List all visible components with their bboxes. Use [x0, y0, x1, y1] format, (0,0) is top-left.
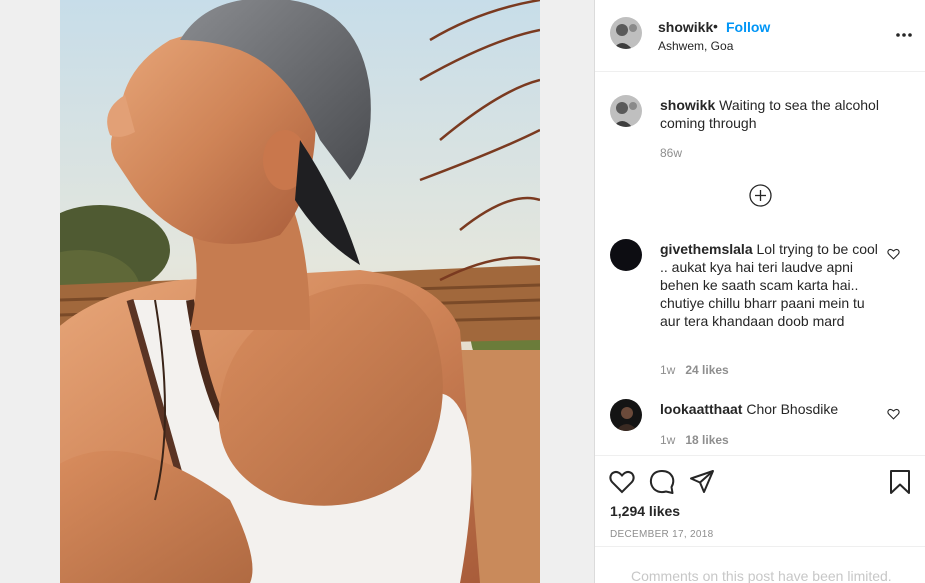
comment-text-block: givethemslala Lol trying to be cool .. a…	[660, 240, 880, 330]
comments-limited-bar: Comments on this post have been limited.	[595, 546, 925, 583]
post-photo[interactable]	[60, 0, 540, 583]
likes-count[interactable]: 1,294 likes	[610, 503, 680, 519]
photo-backdrop-right	[540, 0, 594, 583]
more-options-icon[interactable]	[895, 27, 913, 43]
post-date[interactable]: DECEMBER 17, 2018	[610, 529, 713, 540]
comment-username[interactable]: lookaatthaat	[660, 401, 742, 417]
comment-heart-icon[interactable]	[887, 248, 900, 260]
comment-likes[interactable]: 24 likes	[685, 363, 728, 377]
post-location[interactable]: Ashwem, Goa	[658, 39, 733, 53]
caption-avatar[interactable]	[610, 95, 642, 127]
comment-body: Chor Bhosdike	[746, 401, 839, 417]
comment-username[interactable]: givethemslala	[660, 241, 753, 257]
caption-text-block: showikk Waiting to sea the alcohol comin…	[660, 96, 900, 132]
commenter-avatar[interactable]	[610, 399, 642, 431]
comment-likes[interactable]: 18 likes	[685, 433, 728, 447]
paper-plane-icon[interactable]	[689, 469, 715, 495]
follow-button[interactable]: Follow	[726, 19, 770, 35]
commenter-avatar[interactable]	[610, 239, 642, 271]
post-actions: 1,294 likes DECEMBER 17, 2018 Comments o…	[595, 455, 925, 583]
comment-time[interactable]: 1w	[660, 363, 675, 377]
bookmark-icon[interactable]	[888, 469, 912, 495]
plus-circle-icon[interactable]	[749, 184, 772, 207]
post-details-panel: showikk • Follow Ashwem, Goa showikk Wai…	[595, 0, 925, 583]
comment-heart-icon[interactable]	[887, 408, 900, 420]
comment-bubble-icon[interactable]	[649, 469, 675, 495]
author-username[interactable]: showikk	[658, 19, 713, 35]
heart-icon[interactable]	[609, 469, 635, 495]
author-avatar[interactable]	[610, 17, 642, 49]
header-separator: •	[713, 18, 718, 34]
post-photo-illustration	[60, 0, 540, 583]
comment-time[interactable]: 1w	[660, 433, 675, 447]
caption-timestamp[interactable]: 86w	[660, 146, 682, 160]
comment-meta: 1w 24 likes	[660, 363, 729, 377]
caption-username[interactable]: showikk	[660, 97, 715, 113]
photo-backdrop-left	[0, 0, 60, 583]
post-header: showikk • Follow Ashwem, Goa	[595, 0, 925, 72]
comment-meta: 1w 18 likes	[660, 433, 729, 447]
comment-text-block: lookaatthaat Chor Bhosdike	[660, 400, 880, 418]
comments-limited-notice: Comments on this post have been limited.	[631, 568, 892, 583]
